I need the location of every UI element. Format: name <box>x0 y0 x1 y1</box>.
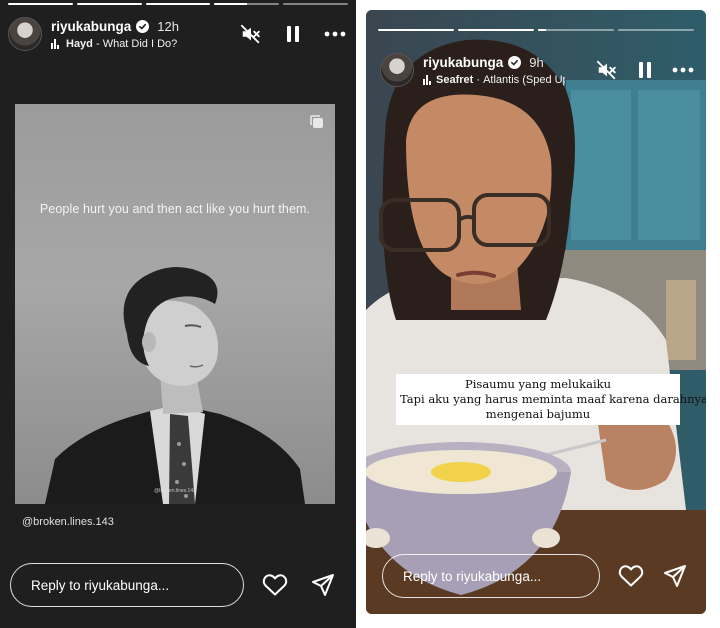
more-options-icon[interactable] <box>672 59 694 81</box>
story-progress-bar <box>8 3 348 5</box>
song-artist: Hayd <box>66 38 93 50</box>
music-bars-icon <box>423 75 431 85</box>
quote-image: People hurt you and then act like you hu… <box>15 104 335 504</box>
progress-fill <box>378 29 454 31</box>
more-options-icon[interactable] <box>324 23 346 45</box>
song-info[interactable]: Seafret · Atlantis (Sped Up <box>423 74 565 86</box>
progress-segment <box>538 29 614 31</box>
heart-icon[interactable] <box>262 572 288 598</box>
progress-segment <box>458 29 534 31</box>
pause-icon[interactable] <box>282 23 304 45</box>
progress-segment <box>76 3 142 5</box>
story-caption: Pisaumu yang melukaiku Tapi aku yang har… <box>396 374 706 425</box>
username[interactable]: riyukabunga <box>51 19 131 34</box>
image-watermark: @broken.lines.143 <box>154 488 196 494</box>
story-progress-bar <box>378 29 694 31</box>
reply-bar: Reply to riyukabunga... <box>382 554 688 598</box>
send-icon[interactable] <box>310 572 336 598</box>
song-separator: - <box>92 38 103 50</box>
progress-segment <box>8 3 73 5</box>
caption-line: mengenai bajumu <box>485 407 591 421</box>
avatar[interactable] <box>8 17 42 51</box>
story-left: riyukabunga 12h Hayd - What Did I Do? Pe… <box>0 0 356 628</box>
story-header: riyukabunga 9h Seafret · Atlantis (Sped … <box>380 50 694 90</box>
reply-input[interactable]: Reply to riyukabunga... <box>382 554 600 598</box>
progress-segment <box>378 29 454 31</box>
story-right: riyukabunga 9h Seafret · Atlantis (Sped … <box>366 10 706 614</box>
music-bars-icon <box>51 39 61 49</box>
reply-bar: Reply to riyukabunga... <box>10 563 336 607</box>
song-info[interactable]: Hayd - What Did I Do? <box>51 38 232 50</box>
story-header-text: riyukabunga 9h Seafret · Atlantis (Sped … <box>423 54 588 86</box>
caption-line: Tapi aku yang harus meminta maaf karena … <box>400 392 706 406</box>
portrait-illustration <box>45 266 305 504</box>
pause-icon[interactable] <box>634 59 656 81</box>
progress-segment <box>145 3 211 5</box>
progress-fill <box>8 3 73 5</box>
time-ago: 9h <box>529 55 544 70</box>
speaker-muted-icon[interactable] <box>240 23 262 45</box>
song-title: Atlantis (Sped Up <box>483 74 565 86</box>
progress-fill <box>538 29 546 31</box>
story-header-text: riyukabunga 12h Hayd - What Did I Do? <box>51 18 232 50</box>
credit-text: @broken.lines.143 <box>22 516 114 528</box>
progress-segment <box>283 3 348 5</box>
progress-fill <box>145 3 211 5</box>
song-artist: Seafret <box>436 74 474 86</box>
quote-text: People hurt you and then act like you hu… <box>39 202 311 216</box>
verified-badge-icon <box>136 20 150 33</box>
progress-fill <box>214 3 247 5</box>
send-icon[interactable] <box>662 563 688 589</box>
song-title: What Did I Do? <box>102 38 178 50</box>
story-photo <box>366 10 706 614</box>
avatar[interactable] <box>380 53 414 87</box>
verified-badge-icon <box>508 56 522 69</box>
progress-segment <box>618 29 694 31</box>
speaker-muted-icon[interactable] <box>596 59 618 81</box>
progress-fill <box>458 29 534 31</box>
heart-icon[interactable] <box>618 563 644 589</box>
progress-fill <box>76 3 142 5</box>
story-header: riyukabunga 12h Hayd - What Did I Do? <box>8 14 346 54</box>
reply-input[interactable]: Reply to riyukabunga... <box>10 563 244 607</box>
progress-segment <box>214 3 280 5</box>
time-ago: 12h <box>157 19 179 34</box>
song-separator: · <box>473 74 484 86</box>
username[interactable]: riyukabunga <box>423 55 503 70</box>
caption-line: Pisaumu yang melukaiku <box>465 377 611 391</box>
copy-icon <box>309 114 325 135</box>
